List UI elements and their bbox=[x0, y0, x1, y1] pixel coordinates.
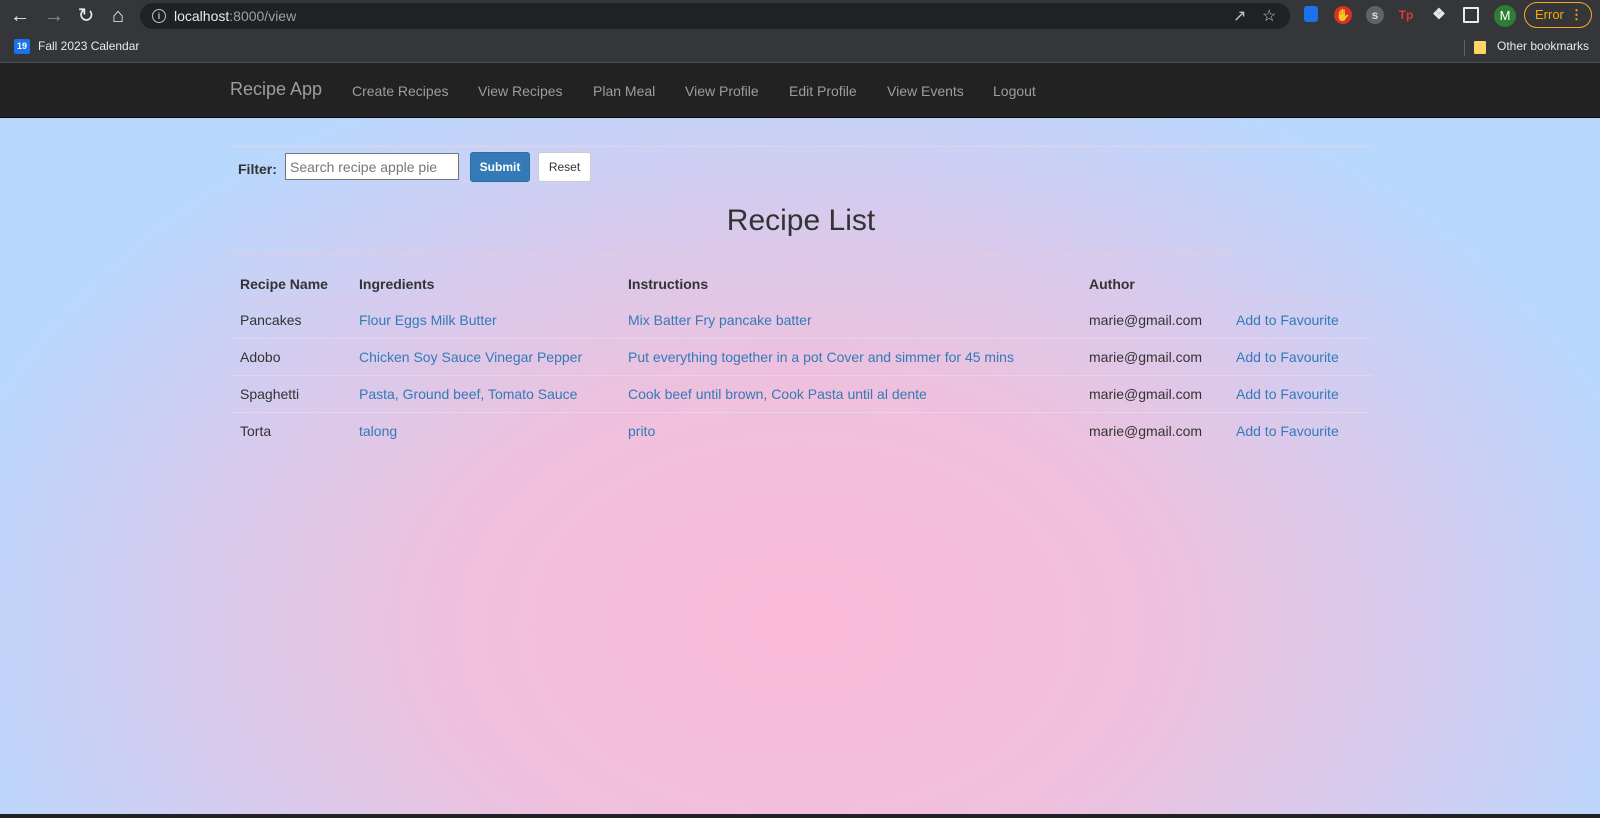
forward-icon[interactable]: → bbox=[42, 4, 66, 28]
error-button[interactable]: Error ⋮ bbox=[1524, 2, 1592, 28]
browser-toolbar: ← → ↻ ⌂ i localhost:8000/view ↗ ☆ ✋ s Tp… bbox=[0, 0, 1600, 32]
instructions-link[interactable]: prito bbox=[628, 423, 655, 439]
header-action bbox=[1228, 256, 1372, 302]
add-to-favourite-link[interactable]: Add to Favourite bbox=[1236, 423, 1339, 439]
header-recipe-name: Recipe Name bbox=[232, 256, 351, 302]
author: marie@gmail.com bbox=[1081, 375, 1228, 413]
instructions-link[interactable]: Put everything together in a pot Cover a… bbox=[628, 349, 1014, 365]
table-row: Torta talong prito marie@gmail.com Add t… bbox=[232, 413, 1372, 450]
back-icon[interactable]: ← bbox=[8, 4, 32, 28]
add-to-favourite-link[interactable]: Add to Favourite bbox=[1236, 386, 1339, 402]
app-navbar: Recipe App Create Recipes View Recipes P… bbox=[0, 64, 1600, 118]
extensions-puzzle-icon[interactable]: ❖ bbox=[1430, 6, 1448, 24]
table-row: Spaghetti Pasta, Ground beef, Tomato Sau… bbox=[232, 375, 1372, 413]
nav-edit-profile[interactable]: Edit Profile bbox=[789, 83, 857, 99]
author: marie@gmail.com bbox=[1081, 338, 1228, 376]
header-author: Author bbox=[1081, 256, 1228, 302]
divider bbox=[232, 146, 1370, 147]
extension-s-icon[interactable]: s bbox=[1366, 6, 1384, 24]
search-input[interactable] bbox=[285, 153, 459, 180]
bookmarks-bar: 19 Fall 2023 Calendar Other bookmarks bbox=[0, 32, 1600, 63]
address-bar[interactable]: i localhost:8000/view ↗ ☆ bbox=[140, 3, 1290, 29]
table-header-row: Recipe Name Ingredients Instructions Aut… bbox=[232, 256, 1372, 302]
add-to-favourite-link[interactable]: Add to Favourite bbox=[1236, 312, 1339, 328]
instructions-link[interactable]: Cook beef until brown, Cook Pasta until … bbox=[628, 386, 927, 402]
ingredients-link[interactable]: talong bbox=[359, 423, 397, 439]
folder-icon bbox=[1474, 41, 1486, 54]
calendar-icon: 19 bbox=[14, 39, 30, 54]
table-row: Adobo Chicken Soy Sauce Vinegar Pepper P… bbox=[232, 338, 1372, 376]
author: marie@gmail.com bbox=[1089, 423, 1203, 439]
ingredients-link[interactable]: Chicken Soy Sauce Vinegar Pepper bbox=[359, 349, 582, 365]
profile-avatar[interactable]: M bbox=[1494, 5, 1516, 27]
nav-plan-meal[interactable]: Plan Meal bbox=[593, 83, 655, 99]
nav-create-recipes[interactable]: Create Recipes bbox=[352, 83, 449, 99]
recipe-name: Pancakes bbox=[232, 301, 351, 339]
share-icon[interactable]: ↗ bbox=[1233, 6, 1246, 26]
home-icon[interactable]: ⌂ bbox=[106, 4, 130, 28]
page-title: Recipe List bbox=[726, 204, 876, 237]
page-content: Recipe App Create Recipes View Recipes P… bbox=[0, 64, 1600, 814]
submit-button[interactable]: Submit bbox=[470, 152, 530, 182]
recipe-name: Adobo bbox=[232, 338, 351, 376]
nav-view-profile[interactable]: View Profile bbox=[685, 83, 759, 99]
filter-label: Filter: bbox=[238, 161, 277, 177]
extension-trello-icon[interactable] bbox=[1304, 6, 1318, 22]
brand-link[interactable]: Recipe App bbox=[230, 79, 322, 100]
table-row: Pancakes Flour Eggs Milk Butter Mix Batt… bbox=[232, 301, 1372, 339]
instructions-link[interactable]: Mix Batter Fry pancake batter bbox=[628, 312, 812, 328]
author: marie@gmail.com bbox=[1081, 301, 1228, 339]
ingredients-link[interactable]: Pasta, Ground beef, Tomato Sauce bbox=[359, 386, 577, 402]
recipe-name: Spaghetti bbox=[232, 375, 351, 413]
side-panel-icon[interactable] bbox=[1463, 7, 1479, 23]
bookmark-calendar[interactable]: Fall 2023 Calendar bbox=[38, 39, 139, 53]
nav-view-recipes[interactable]: View Recipes bbox=[478, 83, 563, 99]
site-info-icon[interactable]: i bbox=[152, 9, 166, 23]
address-url[interactable]: localhost:8000/view bbox=[174, 8, 296, 24]
bookmark-other[interactable]: Other bookmarks bbox=[1497, 39, 1589, 53]
menu-dots-icon: ⋮ bbox=[1570, 7, 1583, 22]
recipe-name: Torta bbox=[240, 423, 272, 439]
window-bottom-edge bbox=[0, 814, 1600, 818]
reset-button[interactable]: Reset bbox=[538, 152, 591, 182]
nav-view-events[interactable]: View Events bbox=[887, 83, 964, 99]
add-to-favourite-link[interactable]: Add to Favourite bbox=[1236, 349, 1339, 365]
bookmark-separator bbox=[1464, 40, 1465, 56]
header-ingredients: Ingredients bbox=[351, 256, 620, 302]
recipe-table: Recipe Name Ingredients Instructions Aut… bbox=[232, 256, 1372, 449]
header-instructions: Instructions bbox=[620, 256, 1081, 302]
bookmark-star-icon[interactable]: ☆ bbox=[1262, 6, 1276, 26]
nav-logout[interactable]: Logout bbox=[993, 83, 1036, 99]
ingredients-link[interactable]: Flour Eggs Milk Butter bbox=[359, 312, 497, 328]
extension-tp-icon[interactable]: Tp bbox=[1397, 6, 1415, 24]
extension-stop-icon[interactable]: ✋ bbox=[1334, 6, 1352, 24]
reload-icon[interactable]: ↻ bbox=[74, 4, 98, 28]
